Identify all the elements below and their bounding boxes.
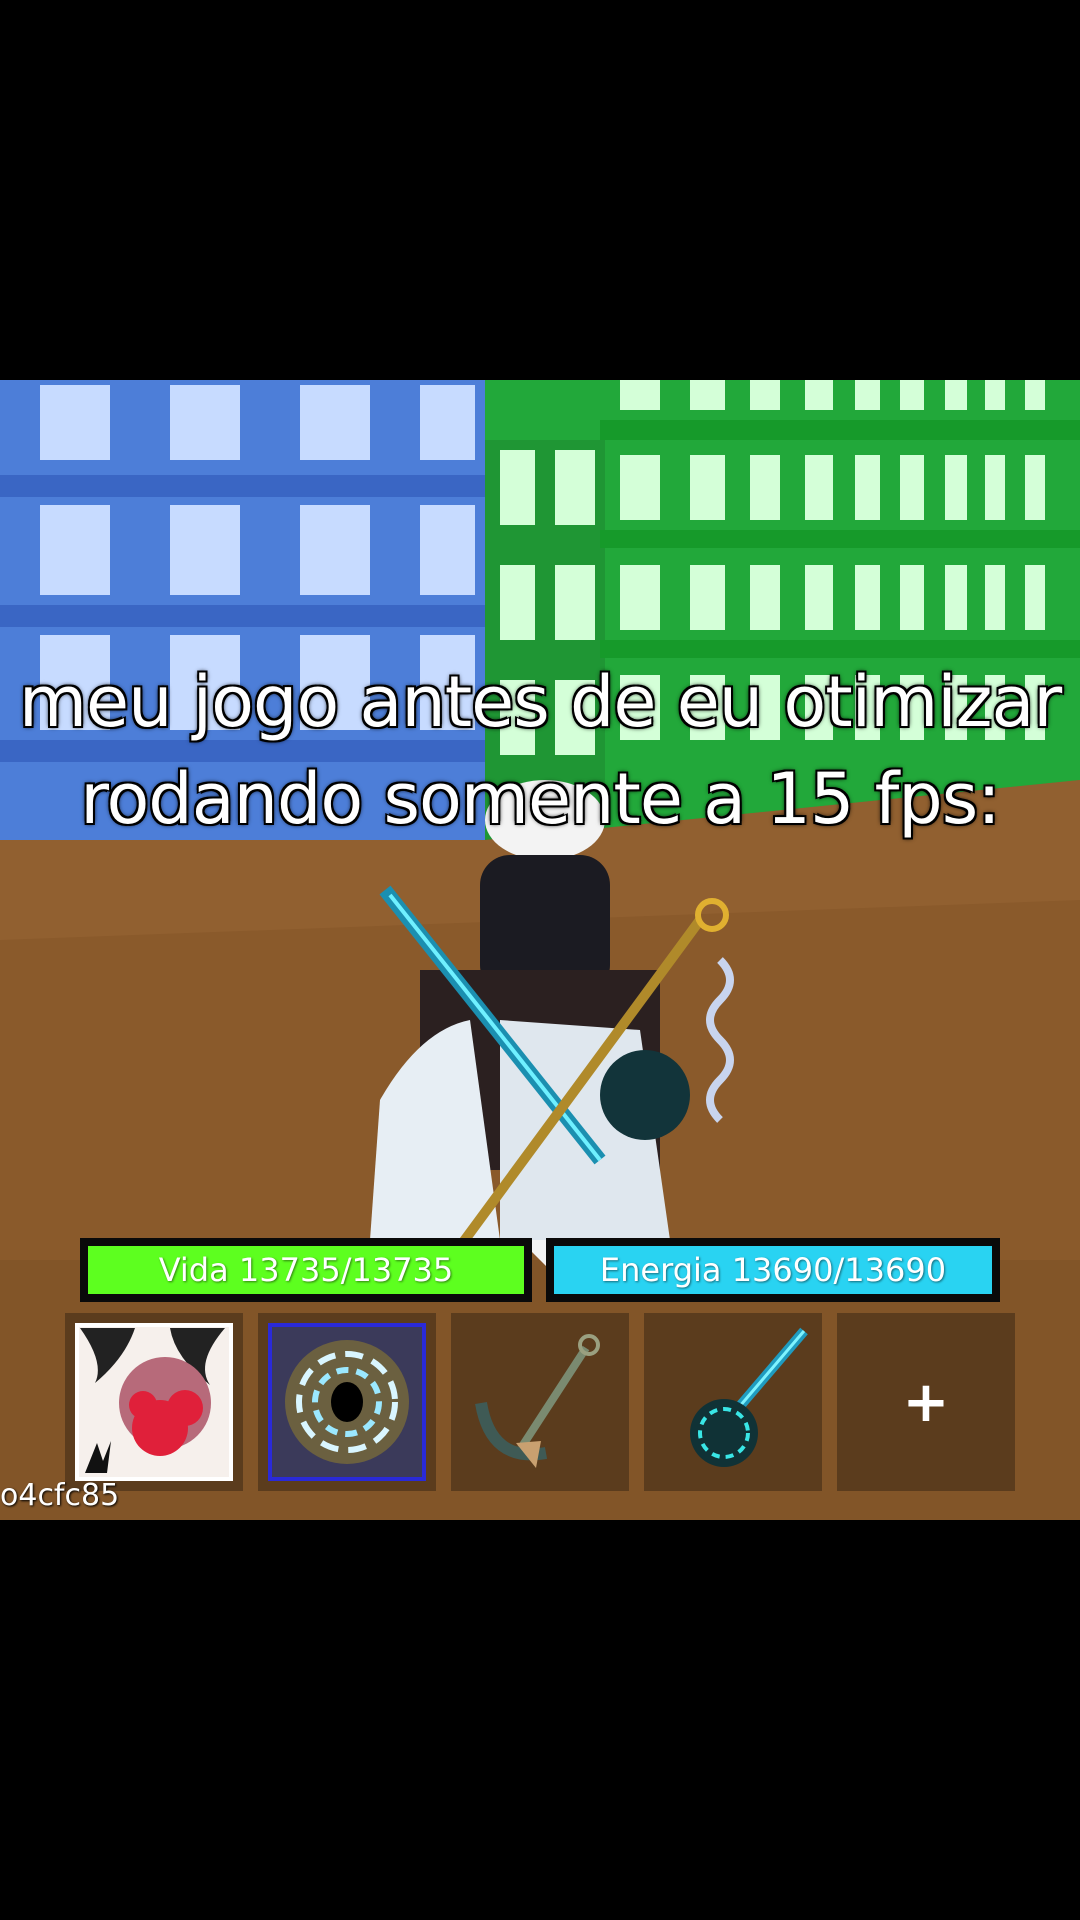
caption-line-2: rodando somente a 15 fps: [80,758,1001,840]
energy-bar: Energia 13690/13690 [546,1238,1000,1302]
plus-icon: + [902,1369,950,1435]
hotbar-slot-4[interactable] [644,1313,822,1491]
energy-label: Energia 13690/13690 [599,1251,947,1289]
health-bar-fill: Vida 13735/13735 [88,1246,524,1294]
hotbar-slot-5[interactable]: + [837,1313,1015,1491]
anchor-weapon-icon [461,1323,619,1481]
dark-vortex-icon [268,1323,426,1481]
health-label: Vida 13735/13735 [158,1251,454,1289]
user-id-label: o4cfc85 [0,1478,120,1513]
caption-line-1: meu jogo antes de eu otimizar [18,661,1062,743]
health-bar: Vida 13735/13735 [80,1238,532,1302]
energy-bar-fill: Energia 13690/13690 [554,1246,992,1294]
hotbar-slot-1[interactable] [65,1313,243,1491]
hotbar-slot-3[interactable] [451,1313,629,1491]
guitar-mace-icon [654,1323,812,1481]
hotbar-slot-2[interactable] [258,1313,436,1491]
devil-fruit-icon [75,1323,233,1481]
